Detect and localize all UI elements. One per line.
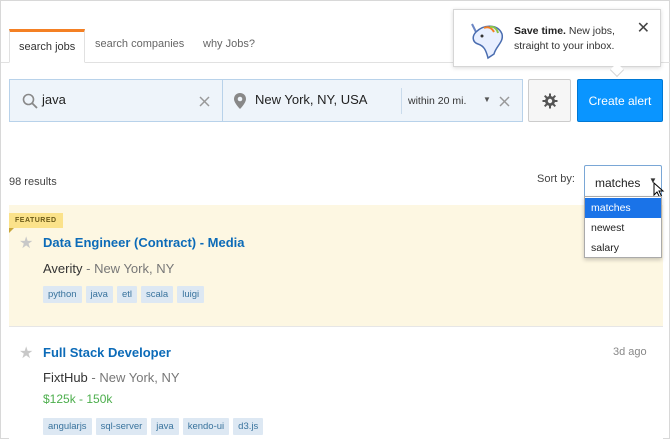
- unicorn-icon: [471, 23, 504, 60]
- location-search-input[interactable]: New York, NY, USA within 20 mi. ▼: [222, 79, 523, 122]
- clear-icon[interactable]: [199, 96, 210, 107]
- job-title[interactable]: Full Stack Developer: [43, 345, 171, 360]
- create-alert-button[interactable]: Create alert: [577, 79, 663, 122]
- close-icon[interactable]: ✕: [637, 18, 650, 38]
- clear-icon[interactable]: [499, 96, 510, 107]
- keyword-search-input[interactable]: java: [9, 79, 223, 122]
- job-location: - New York, NY: [86, 261, 175, 276]
- company-line: FixtHub - New York, NY: [43, 370, 180, 385]
- popup-message: Save time. New jobs, straight to your in…: [514, 24, 634, 54]
- chevron-down-icon[interactable]: ▼: [483, 95, 491, 104]
- tag[interactable]: python: [43, 286, 82, 303]
- tag[interactable]: java: [85, 286, 113, 303]
- tag-list: angularjs sql-server java kendo-ui d3.js: [43, 418, 264, 435]
- sort-select[interactable]: matches ▼: [584, 165, 665, 198]
- tag[interactable]: scala: [141, 286, 174, 303]
- company-name[interactable]: FixtHub: [43, 370, 88, 385]
- company-name[interactable]: Averity: [43, 261, 83, 276]
- sort-label: Sort by:: [537, 173, 575, 185]
- company-line: Averity - New York, NY: [43, 261, 174, 276]
- salary-range: $125k - 150k: [43, 392, 113, 406]
- posted-time: 3d ago: [613, 346, 647, 358]
- location-value: New York, NY, USA: [255, 92, 368, 107]
- settings-button[interactable]: [528, 79, 571, 122]
- tab-search-companies[interactable]: search companies: [86, 29, 193, 63]
- popup-message-bold: Save time.: [514, 25, 566, 37]
- tag[interactable]: kendo-ui: [182, 418, 230, 435]
- tag[interactable]: etl: [116, 286, 138, 303]
- job-location: - New York, NY: [91, 370, 180, 385]
- divider: [401, 88, 402, 114]
- search-icon: [22, 93, 38, 109]
- tag-list: python java etl scala luigi: [43, 286, 205, 303]
- sort-dropdown-menu: matches newest salary: [584, 196, 662, 258]
- keyword-value: java: [42, 92, 66, 107]
- distance-select[interactable]: within 20 mi.: [408, 95, 466, 107]
- featured-badge-fold: [9, 228, 14, 233]
- tab-why-jobs[interactable]: why Jobs?: [194, 29, 264, 63]
- gear-icon: [542, 93, 557, 108]
- tag[interactable]: sql-server: [95, 418, 148, 435]
- tag[interactable]: java: [151, 418, 179, 435]
- results-count: 98 results: [9, 176, 57, 188]
- tab-search-jobs[interactable]: search jobs: [9, 29, 86, 63]
- job-title[interactable]: Data Engineer (Contract) - Media: [43, 235, 245, 250]
- job-alert-popup: Save time. New jobs, straight to your in…: [453, 9, 661, 67]
- sort-option-matches[interactable]: matches: [585, 198, 661, 218]
- star-icon[interactable]: ★: [19, 343, 33, 363]
- sort-option-salary[interactable]: salary: [585, 238, 661, 258]
- star-icon[interactable]: ★: [19, 233, 33, 253]
- sort-selected-value: matches: [595, 176, 641, 190]
- tag[interactable]: angularjs: [43, 418, 92, 435]
- tag[interactable]: luigi: [177, 286, 205, 303]
- location-pin-icon: [234, 93, 246, 109]
- sort-option-newest[interactable]: newest: [585, 218, 661, 238]
- featured-badge: FEATURED: [9, 213, 63, 228]
- tag[interactable]: d3.js: [233, 418, 264, 435]
